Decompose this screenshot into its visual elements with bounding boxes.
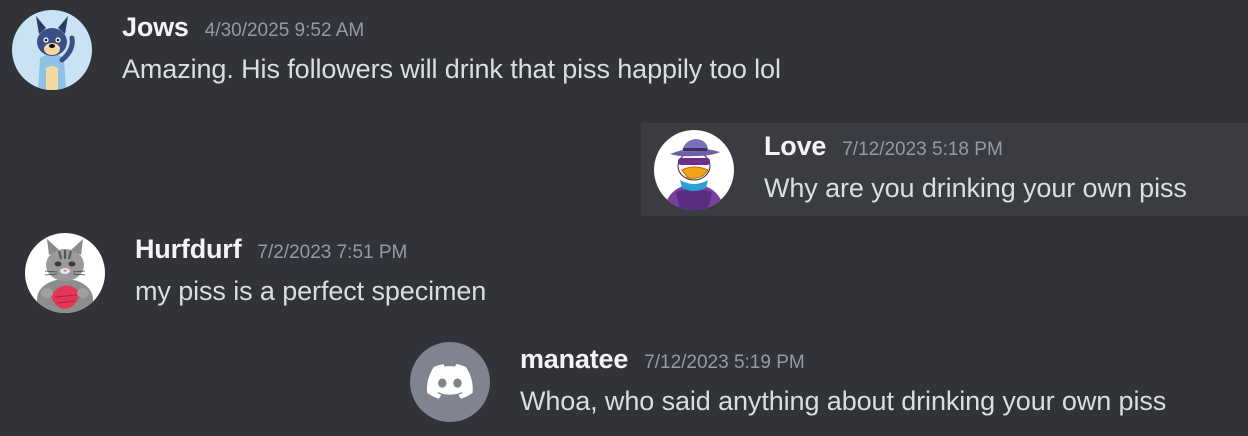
message-content: my piss is a perfect specimen (135, 276, 487, 306)
username[interactable]: Hurfdurf (135, 234, 242, 265)
timestamp[interactable]: 7/2/2023 7:51 PM (257, 242, 407, 264)
message-content: Why are you drinking your own piss (764, 173, 1187, 203)
message-manatee[interactable]: manatee 7/12/2023 5:19 PM Whoa, who said… (0, 332, 1248, 436)
username[interactable]: Jows (122, 12, 189, 43)
message-jows[interactable]: Jows 4/30/2025 9:52 AM Amazing. His foll… (0, 0, 1248, 110)
username[interactable]: manatee (520, 344, 628, 375)
message-content: Whoa, who said anything about drinking y… (520, 386, 1167, 416)
avatar-jows[interactable] (12, 10, 92, 90)
masked-duck-avatar-icon (654, 130, 734, 210)
avatar-love[interactable] (654, 130, 734, 210)
timestamp[interactable]: 7/12/2023 5:18 PM (842, 139, 1003, 161)
username[interactable]: Love (764, 131, 826, 162)
tabby-cat-avatar-icon (25, 233, 105, 313)
timestamp[interactable]: 7/12/2023 5:19 PM (644, 352, 805, 374)
message-hurfdurf[interactable]: Hurfdurf 7/2/2023 7:51 PM my piss is a p… (0, 222, 1248, 322)
message-love[interactable]: Love 7/12/2023 5:18 PM Why are you drink… (641, 123, 1248, 216)
blue-heeler-dog-avatar-icon (12, 10, 92, 90)
avatar-hurfdurf[interactable] (25, 233, 105, 313)
discord-logo-avatar-icon (410, 342, 490, 422)
avatar-manatee[interactable] (410, 342, 490, 422)
message-content: Amazing. His followers will drink that p… (122, 54, 781, 84)
timestamp[interactable]: 4/30/2025 9:52 AM (205, 20, 365, 42)
